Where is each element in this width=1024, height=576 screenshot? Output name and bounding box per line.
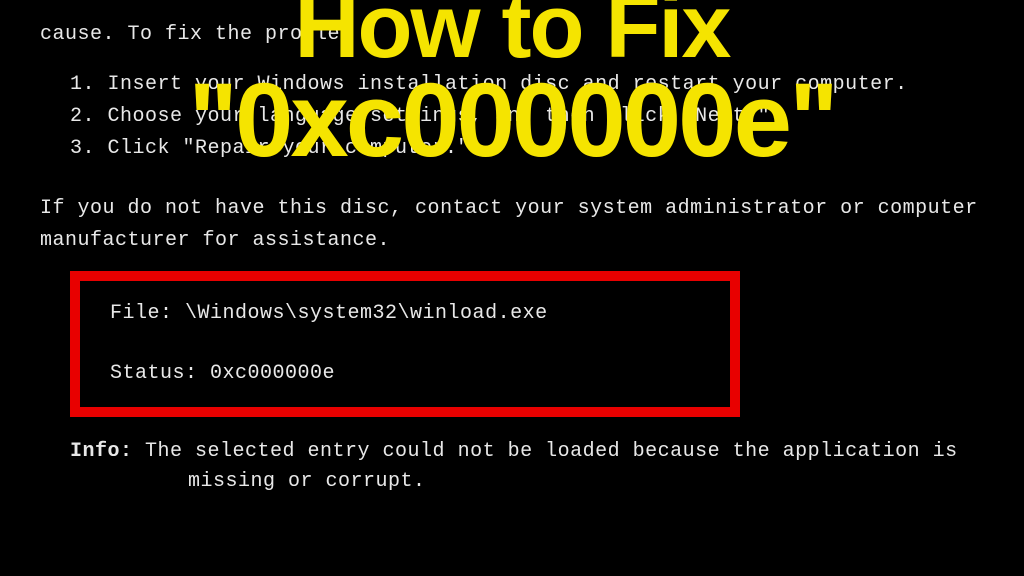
info-text-part1: The selected entry could not be loaded b… [145,440,958,463]
status-code: 0xc000000e [210,362,335,385]
no-disc-text-line2: manufacturer for assistance. [40,226,984,256]
info-line: Info: The selected entry could not be lo… [40,437,984,467]
info-label: Info: [70,440,145,463]
file-label: File: [110,302,185,325]
step-1: 1. Insert your Windows installation disc… [40,70,984,100]
error-highlight-box: File: \Windows\system32\winload.exe Stat… [70,271,740,417]
step-3: 3. Click "Repair your computer." [40,134,984,164]
file-path: \Windows\system32\winload.exe [185,302,548,325]
cause-text: cause. To fix the problem [40,20,984,50]
no-disc-text-line1: If you do not have this disc, contact yo… [40,194,984,224]
info-text-part2: missing or corrupt. [40,467,984,497]
status-label: Status: [110,362,210,385]
file-info-line: File: \Windows\system32\winload.exe [110,299,700,329]
status-info-line: Status: 0xc000000e [110,359,700,389]
step-2: 2. Choose your language settings, and th… [40,102,984,132]
